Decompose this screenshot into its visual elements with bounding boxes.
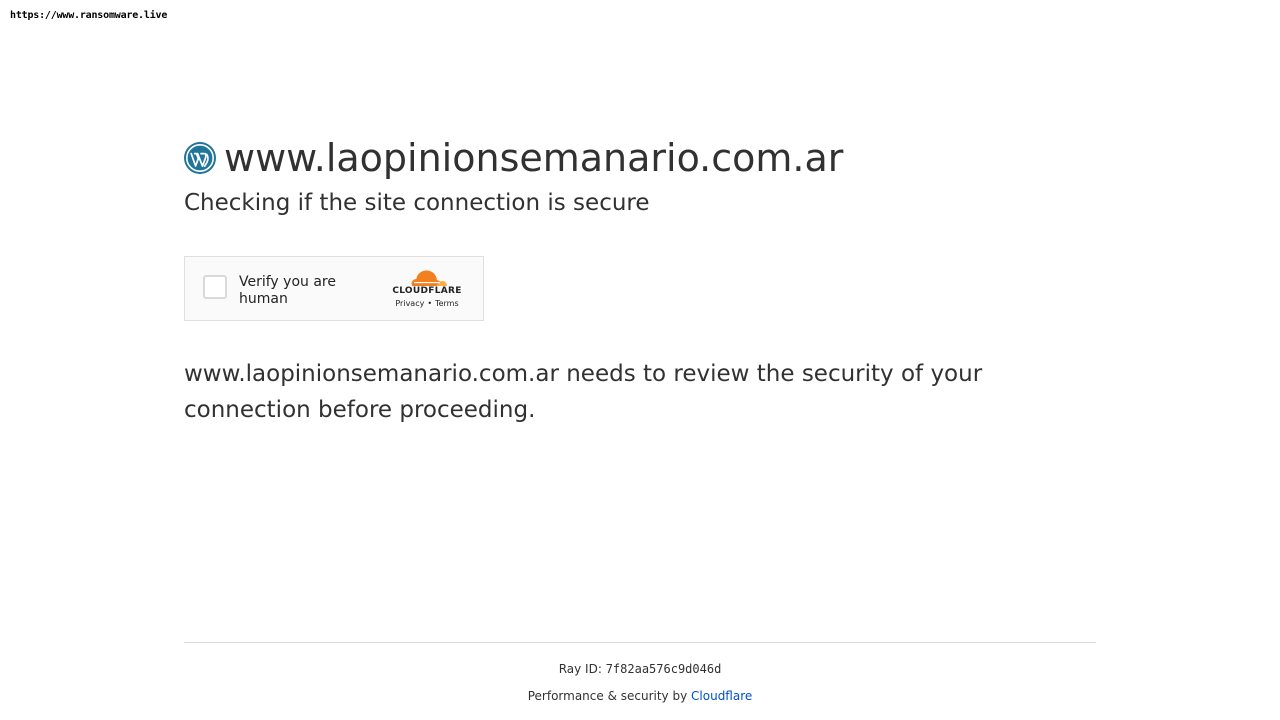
security-message: www.laopinionsemanario.com.ar needs to r… <box>184 361 983 423</box>
wordpress-icon <box>184 142 216 174</box>
verify-checkbox[interactable] <box>203 275 227 299</box>
cloudflare-cloud-icon <box>411 270 447 286</box>
cloudflare-wordmark: CLOUDFLARE <box>392 286 462 296</box>
challenge-main: www.laopinionsemanario.com.ar Checking i… <box>184 136 1096 423</box>
ray-id-line: Ray ID: 7f82aa576c9d046d <box>184 661 1096 677</box>
turnstile-widget: Verify you are human CLOUDFLARE Privacy •… <box>184 256 484 321</box>
performance-text: Performance & security by <box>527 689 688 703</box>
site-header: www.laopinionsemanario.com.ar <box>184 136 1096 180</box>
cloudflare-links: Privacy • Terms <box>387 299 467 308</box>
site-hostname: www.laopinionsemanario.com.ar <box>224 136 844 180</box>
privacy-link[interactable]: Privacy <box>395 299 424 308</box>
performance-line: Performance & security by Cloudflare <box>184 688 1096 704</box>
cloudflare-link[interactable]: Cloudflare <box>691 689 752 703</box>
verify-label: Verify you are human <box>239 274 336 307</box>
terms-link[interactable]: Terms <box>435 299 459 308</box>
page-subtitle: Checking if the site connection is secur… <box>184 190 650 216</box>
ray-id-value: 7f82aa576c9d046d <box>605 662 722 676</box>
ray-id-label: Ray ID: <box>558 662 602 676</box>
link-separator: • <box>427 299 433 308</box>
watermark-url: https://www.ransomware.live <box>10 10 168 21</box>
footer: Ray ID: 7f82aa576c9d046d Performance & s… <box>184 642 1096 704</box>
cloudflare-brand: CLOUDFLARE Privacy • Terms <box>387 269 467 308</box>
